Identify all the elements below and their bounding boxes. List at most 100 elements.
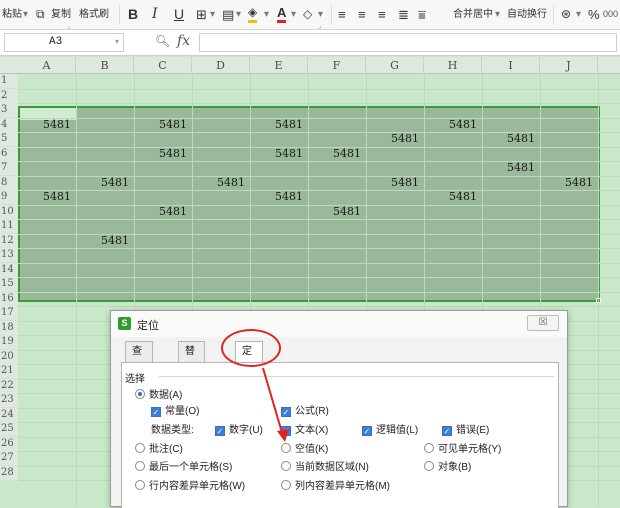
radio-selected-icon[interactable] — [135, 389, 145, 399]
column-header[interactable]: F — [308, 57, 366, 74]
row-header[interactable]: 26 — [0, 436, 18, 451]
row-header[interactable]: 14 — [0, 262, 18, 277]
row-header[interactable]: 13 — [0, 248, 18, 262]
checkbox-checked-icon[interactable]: ✓ — [215, 426, 225, 436]
insert-function-button[interactable]: fx — [177, 33, 190, 49]
border-icon[interactable]: ⊞ — [196, 6, 207, 23]
dialog-titlebar[interactable]: S 定位 ☒ — [111, 311, 567, 337]
text-checkbox[interactable]: ✓ 文本(X) — [281, 424, 328, 437]
row-header[interactable]: 24 — [0, 407, 18, 422]
cell-value[interactable]: 5481 — [76, 234, 132, 248]
row-header[interactable]: 16 — [0, 291, 18, 306]
row-header[interactable]: 5 — [0, 132, 18, 146]
radio-icon[interactable] — [135, 461, 145, 471]
distributed-align-icon[interactable]: ⩸ — [418, 6, 426, 23]
checkbox-checked-icon[interactable]: ✓ — [281, 426, 291, 436]
clear-format-icon[interactable]: ◇ — [303, 6, 312, 23]
cell-value[interactable]: 5481 — [18, 118, 74, 132]
cell-value[interactable]: 5481 — [134, 147, 190, 161]
italic-button[interactable]: I — [152, 6, 158, 23]
row-header[interactable]: 27 — [0, 451, 18, 465]
row-header[interactable]: 21 — [0, 364, 18, 378]
blanks-option[interactable]: 空值(K) — [281, 443, 328, 456]
radio-icon[interactable] — [135, 443, 145, 453]
row-header[interactable]: 10 — [0, 204, 18, 219]
cell-value[interactable]: 5481 — [192, 176, 248, 190]
column-header[interactable]: J — [540, 57, 598, 74]
cell-value[interactable]: 5481 — [424, 118, 480, 132]
radio-icon[interactable] — [135, 480, 145, 490]
row-header[interactable]: 8 — [0, 175, 18, 190]
cell-value[interactable]: 5481 — [134, 205, 190, 219]
logicals-checkbox[interactable]: ✓ 逻辑值(L) — [362, 424, 418, 437]
font-color-dropdown-icon[interactable]: ▾ — [291, 6, 296, 23]
row-header[interactable]: 6 — [0, 146, 18, 161]
errors-checkbox[interactable]: ✓ 错误(E) — [442, 424, 489, 437]
border-dropdown-icon[interactable]: ▾ — [210, 6, 215, 23]
name-box[interactable]: A3 ▾ — [4, 33, 124, 52]
checkbox-checked-icon[interactable]: ✓ — [281, 407, 291, 417]
radio-icon[interactable] — [424, 443, 434, 453]
copy-icon[interactable]: ⧉ — [36, 6, 45, 23]
underline-button[interactable]: U — [174, 6, 184, 23]
close-button[interactable]: ☒ — [527, 315, 559, 331]
row-header[interactable]: 22 — [0, 378, 18, 393]
row-header[interactable]: 9 — [0, 190, 18, 204]
thousands-separator-icon[interactable]: 000 — [603, 6, 618, 23]
visible-cells-option[interactable]: 可见单元格(Y) — [424, 443, 501, 456]
cell-value[interactable]: 5481 — [134, 118, 190, 132]
column-header[interactable]: C — [134, 57, 192, 74]
column-header[interactable]: H — [424, 57, 482, 74]
last-cell-option[interactable]: 最后一个单元格(S) — [135, 461, 232, 474]
row-header[interactable]: 17 — [0, 306, 18, 320]
cell-value[interactable]: 5481 — [250, 118, 306, 132]
comments-option[interactable]: 批注(C) — [135, 443, 183, 456]
radio-icon[interactable] — [424, 461, 434, 471]
cell-value[interactable]: 5481 — [76, 176, 132, 190]
column-header[interactable]: I — [482, 57, 540, 74]
row-header[interactable]: 12 — [0, 233, 18, 248]
fill-style-dropdown-icon[interactable]: ▾ — [236, 6, 241, 23]
merge-center-button[interactable]: 合并居中 — [453, 6, 493, 23]
constants-checkbox[interactable]: ✓ 常量(O) — [151, 405, 199, 418]
row-differences-option[interactable]: 行内容差异单元格(W) — [135, 480, 245, 493]
fill-style-icon[interactable]: ▤ — [222, 6, 234, 23]
column-header[interactable]: E — [250, 57, 308, 74]
cell-value[interactable]: 5481 — [250, 147, 306, 161]
current-region-option[interactable]: 当前数据区域(N) — [281, 461, 369, 474]
row-header[interactable]: 11 — [0, 219, 18, 233]
row-header[interactable]: 28 — [0, 465, 18, 480]
column-differences-option[interactable]: 列内容差异单元格(M) — [281, 480, 390, 493]
wrap-text-button[interactable]: 自动换行 — [507, 6, 547, 23]
data-option[interactable]: 数据(A) — [135, 389, 182, 402]
cell-value[interactable]: 5481 — [308, 205, 364, 219]
row-header[interactable]: 15 — [0, 277, 18, 291]
radio-icon[interactable] — [281, 461, 291, 471]
align-left-icon[interactable]: ≡ — [338, 6, 346, 23]
zoom-icon[interactable]: 🔍︎ — [155, 34, 170, 48]
format-painter-button[interactable]: 格式刷 — [79, 6, 109, 23]
row-header[interactable]: 1 — [0, 74, 18, 88]
currency-format-dropdown-icon[interactable]: ▾ — [576, 6, 581, 23]
row-header[interactable]: 20 — [0, 349, 18, 364]
paste-dropdown-icon[interactable]: ▾ — [23, 6, 28, 23]
percent-button[interactable]: % — [588, 6, 600, 23]
align-center-icon[interactable]: ≡ — [358, 6, 366, 23]
fill-color-icon[interactable]: ◈ — [248, 6, 258, 23]
checkbox-checked-icon[interactable]: ✓ — [362, 426, 372, 436]
cell-value[interactable]: 5481 — [308, 147, 364, 161]
currency-format-icon[interactable]: ⊛ — [561, 6, 571, 23]
paste-button[interactable]: 粘贴 — [2, 6, 22, 23]
column-header[interactable]: B — [76, 57, 134, 74]
font-color-icon[interactable]: A — [277, 6, 287, 23]
row-header[interactable]: 2 — [0, 88, 18, 103]
row-header[interactable]: 23 — [0, 393, 18, 407]
cell-value[interactable]: 5481 — [366, 176, 422, 190]
bold-button[interactable]: B — [128, 6, 138, 23]
row-header[interactable]: 7 — [0, 161, 18, 175]
formula-input[interactable] — [199, 33, 617, 52]
name-box-dropdown-icon[interactable]: ▾ — [115, 34, 119, 51]
cell-value[interactable]: 5481 — [366, 132, 422, 146]
row-header[interactable]: 25 — [0, 422, 18, 436]
radio-icon[interactable] — [281, 480, 291, 490]
